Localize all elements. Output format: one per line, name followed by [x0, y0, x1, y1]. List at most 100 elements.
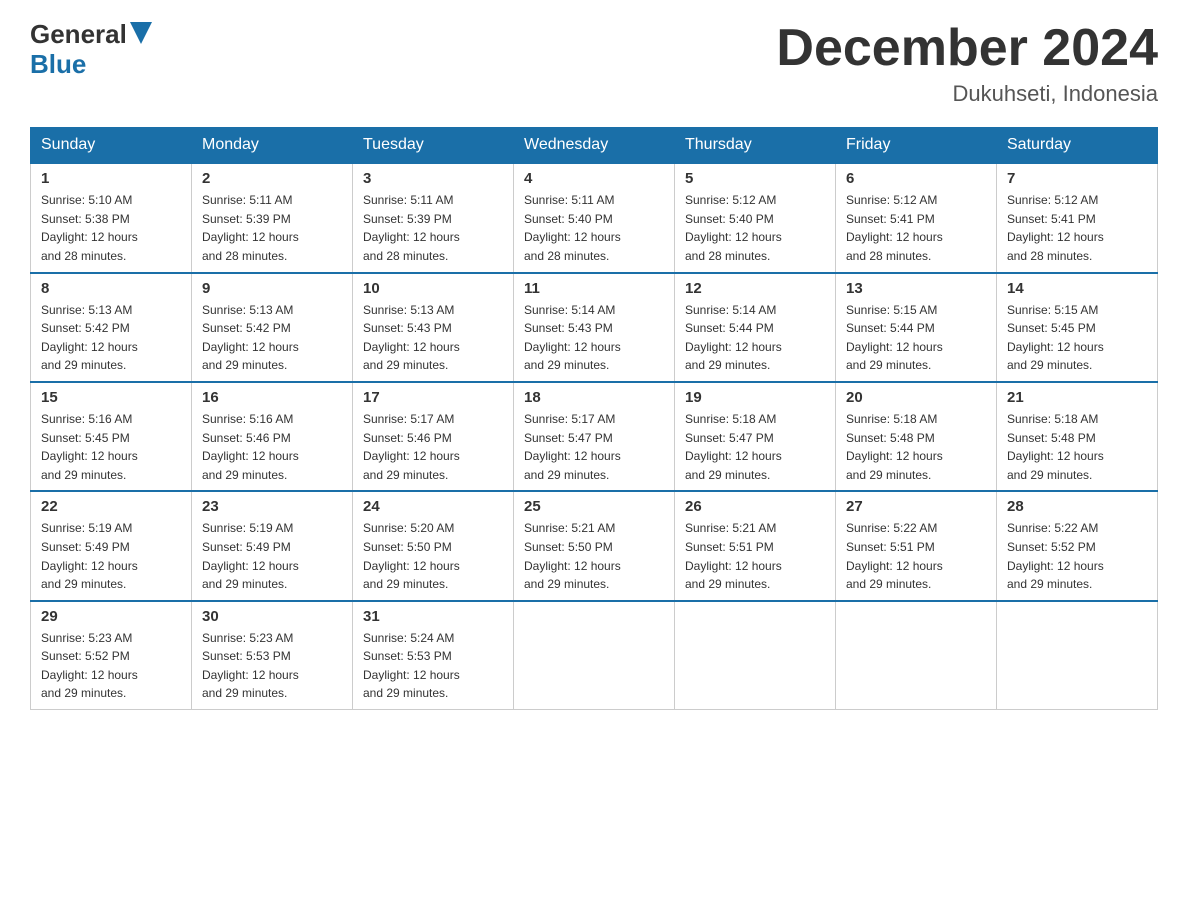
calendar-cell: 3 Sunrise: 5:11 AM Sunset: 5:39 PM Dayli… — [353, 163, 514, 272]
calendar-cell: 30 Sunrise: 5:23 AM Sunset: 5:53 PM Dayl… — [192, 601, 353, 710]
day-number: 10 — [363, 280, 503, 297]
location-subtitle: Dukuhseti, Indonesia — [776, 81, 1158, 107]
calendar-cell: 25 Sunrise: 5:21 AM Sunset: 5:50 PM Dayl… — [514, 491, 675, 600]
calendar-cell: 5 Sunrise: 5:12 AM Sunset: 5:40 PM Dayli… — [675, 163, 836, 272]
calendar-cell: 13 Sunrise: 5:15 AM Sunset: 5:44 PM Dayl… — [836, 273, 997, 382]
day-info: Sunrise: 5:12 AM Sunset: 5:40 PM Dayligh… — [685, 191, 825, 265]
day-number: 13 — [846, 280, 986, 297]
calendar-cell: 23 Sunrise: 5:19 AM Sunset: 5:49 PM Dayl… — [192, 491, 353, 600]
day-number: 14 — [1007, 280, 1147, 297]
day-info: Sunrise: 5:14 AM Sunset: 5:43 PM Dayligh… — [524, 301, 664, 375]
calendar-cell: 24 Sunrise: 5:20 AM Sunset: 5:50 PM Dayl… — [353, 491, 514, 600]
calendar-cell: 22 Sunrise: 5:19 AM Sunset: 5:49 PM Dayl… — [31, 491, 192, 600]
week-row-2: 8 Sunrise: 5:13 AM Sunset: 5:42 PM Dayli… — [31, 273, 1158, 382]
calendar-cell — [514, 601, 675, 710]
day-info: Sunrise: 5:24 AM Sunset: 5:53 PM Dayligh… — [363, 629, 503, 703]
day-number: 3 — [363, 170, 503, 187]
calendar-cell: 15 Sunrise: 5:16 AM Sunset: 5:45 PM Dayl… — [31, 382, 192, 491]
day-info: Sunrise: 5:20 AM Sunset: 5:50 PM Dayligh… — [363, 519, 503, 593]
logo-blue-text: Blue — [30, 50, 152, 80]
calendar-cell — [997, 601, 1158, 710]
week-row-1: 1 Sunrise: 5:10 AM Sunset: 5:38 PM Dayli… — [31, 163, 1158, 272]
day-info: Sunrise: 5:19 AM Sunset: 5:49 PM Dayligh… — [41, 519, 181, 593]
logo: General Blue — [30, 20, 152, 80]
calendar-cell: 16 Sunrise: 5:16 AM Sunset: 5:46 PM Dayl… — [192, 382, 353, 491]
day-number: 23 — [202, 498, 342, 515]
day-number: 16 — [202, 389, 342, 406]
day-number: 6 — [846, 170, 986, 187]
day-info: Sunrise: 5:22 AM Sunset: 5:52 PM Dayligh… — [1007, 519, 1147, 593]
header-saturday: Saturday — [997, 128, 1158, 164]
calendar-cell: 4 Sunrise: 5:11 AM Sunset: 5:40 PM Dayli… — [514, 163, 675, 272]
page-header: General Blue December 2024 Dukuhseti, In… — [30, 20, 1158, 107]
day-info: Sunrise: 5:17 AM Sunset: 5:46 PM Dayligh… — [363, 410, 503, 484]
day-info: Sunrise: 5:23 AM Sunset: 5:53 PM Dayligh… — [202, 629, 342, 703]
day-info: Sunrise: 5:11 AM Sunset: 5:40 PM Dayligh… — [524, 191, 664, 265]
header-monday: Monday — [192, 128, 353, 164]
day-info: Sunrise: 5:17 AM Sunset: 5:47 PM Dayligh… — [524, 410, 664, 484]
day-number: 28 — [1007, 498, 1147, 515]
calendar-cell: 7 Sunrise: 5:12 AM Sunset: 5:41 PM Dayli… — [997, 163, 1158, 272]
calendar-cell: 26 Sunrise: 5:21 AM Sunset: 5:51 PM Dayl… — [675, 491, 836, 600]
calendar-cell: 2 Sunrise: 5:11 AM Sunset: 5:39 PM Dayli… — [192, 163, 353, 272]
day-info: Sunrise: 5:16 AM Sunset: 5:45 PM Dayligh… — [41, 410, 181, 484]
day-info: Sunrise: 5:21 AM Sunset: 5:51 PM Dayligh… — [685, 519, 825, 593]
day-number: 17 — [363, 389, 503, 406]
day-info: Sunrise: 5:13 AM Sunset: 5:42 PM Dayligh… — [41, 301, 181, 375]
calendar-cell: 19 Sunrise: 5:18 AM Sunset: 5:47 PM Dayl… — [675, 382, 836, 491]
calendar-cell: 9 Sunrise: 5:13 AM Sunset: 5:42 PM Dayli… — [192, 273, 353, 382]
day-info: Sunrise: 5:23 AM Sunset: 5:52 PM Dayligh… — [41, 629, 181, 703]
day-number: 20 — [846, 389, 986, 406]
day-number: 2 — [202, 170, 342, 187]
day-number: 7 — [1007, 170, 1147, 187]
month-title: December 2024 — [776, 20, 1158, 77]
logo-triangle-icon — [130, 22, 152, 44]
day-number: 18 — [524, 389, 664, 406]
day-number: 1 — [41, 170, 181, 187]
day-number: 9 — [202, 280, 342, 297]
calendar-cell: 10 Sunrise: 5:13 AM Sunset: 5:43 PM Dayl… — [353, 273, 514, 382]
day-number: 31 — [363, 608, 503, 625]
day-number: 22 — [41, 498, 181, 515]
week-row-3: 15 Sunrise: 5:16 AM Sunset: 5:45 PM Dayl… — [31, 382, 1158, 491]
calendar-cell: 21 Sunrise: 5:18 AM Sunset: 5:48 PM Dayl… — [997, 382, 1158, 491]
day-number: 15 — [41, 389, 181, 406]
day-number: 30 — [202, 608, 342, 625]
calendar-cell: 11 Sunrise: 5:14 AM Sunset: 5:43 PM Dayl… — [514, 273, 675, 382]
day-number: 26 — [685, 498, 825, 515]
day-info: Sunrise: 5:13 AM Sunset: 5:43 PM Dayligh… — [363, 301, 503, 375]
header-tuesday: Tuesday — [353, 128, 514, 164]
day-info: Sunrise: 5:15 AM Sunset: 5:45 PM Dayligh… — [1007, 301, 1147, 375]
day-info: Sunrise: 5:19 AM Sunset: 5:49 PM Dayligh… — [202, 519, 342, 593]
day-info: Sunrise: 5:18 AM Sunset: 5:48 PM Dayligh… — [846, 410, 986, 484]
day-info: Sunrise: 5:22 AM Sunset: 5:51 PM Dayligh… — [846, 519, 986, 593]
logo-general-text: General — [30, 20, 127, 50]
calendar-cell: 18 Sunrise: 5:17 AM Sunset: 5:47 PM Dayl… — [514, 382, 675, 491]
weekday-header-row: Sunday Monday Tuesday Wednesday Thursday… — [31, 128, 1158, 164]
calendar-cell: 20 Sunrise: 5:18 AM Sunset: 5:48 PM Dayl… — [836, 382, 997, 491]
day-info: Sunrise: 5:13 AM Sunset: 5:42 PM Dayligh… — [202, 301, 342, 375]
header-sunday: Sunday — [31, 128, 192, 164]
day-info: Sunrise: 5:18 AM Sunset: 5:47 PM Dayligh… — [685, 410, 825, 484]
day-number: 12 — [685, 280, 825, 297]
day-number: 25 — [524, 498, 664, 515]
week-row-5: 29 Sunrise: 5:23 AM Sunset: 5:52 PM Dayl… — [31, 601, 1158, 710]
day-info: Sunrise: 5:21 AM Sunset: 5:50 PM Dayligh… — [524, 519, 664, 593]
calendar-cell — [675, 601, 836, 710]
day-number: 27 — [846, 498, 986, 515]
day-info: Sunrise: 5:11 AM Sunset: 5:39 PM Dayligh… — [202, 191, 342, 265]
day-info: Sunrise: 5:11 AM Sunset: 5:39 PM Dayligh… — [363, 191, 503, 265]
calendar-cell: 1 Sunrise: 5:10 AM Sunset: 5:38 PM Dayli… — [31, 163, 192, 272]
day-info: Sunrise: 5:14 AM Sunset: 5:44 PM Dayligh… — [685, 301, 825, 375]
day-number: 21 — [1007, 389, 1147, 406]
header-wednesday: Wednesday — [514, 128, 675, 164]
calendar-cell: 12 Sunrise: 5:14 AM Sunset: 5:44 PM Dayl… — [675, 273, 836, 382]
week-row-4: 22 Sunrise: 5:19 AM Sunset: 5:49 PM Dayl… — [31, 491, 1158, 600]
header-thursday: Thursday — [675, 128, 836, 164]
calendar-cell: 17 Sunrise: 5:17 AM Sunset: 5:46 PM Dayl… — [353, 382, 514, 491]
calendar-table: Sunday Monday Tuesday Wednesday Thursday… — [30, 127, 1158, 710]
calendar-cell: 14 Sunrise: 5:15 AM Sunset: 5:45 PM Dayl… — [997, 273, 1158, 382]
day-number: 4 — [524, 170, 664, 187]
day-info: Sunrise: 5:12 AM Sunset: 5:41 PM Dayligh… — [1007, 191, 1147, 265]
calendar-cell: 28 Sunrise: 5:22 AM Sunset: 5:52 PM Dayl… — [997, 491, 1158, 600]
